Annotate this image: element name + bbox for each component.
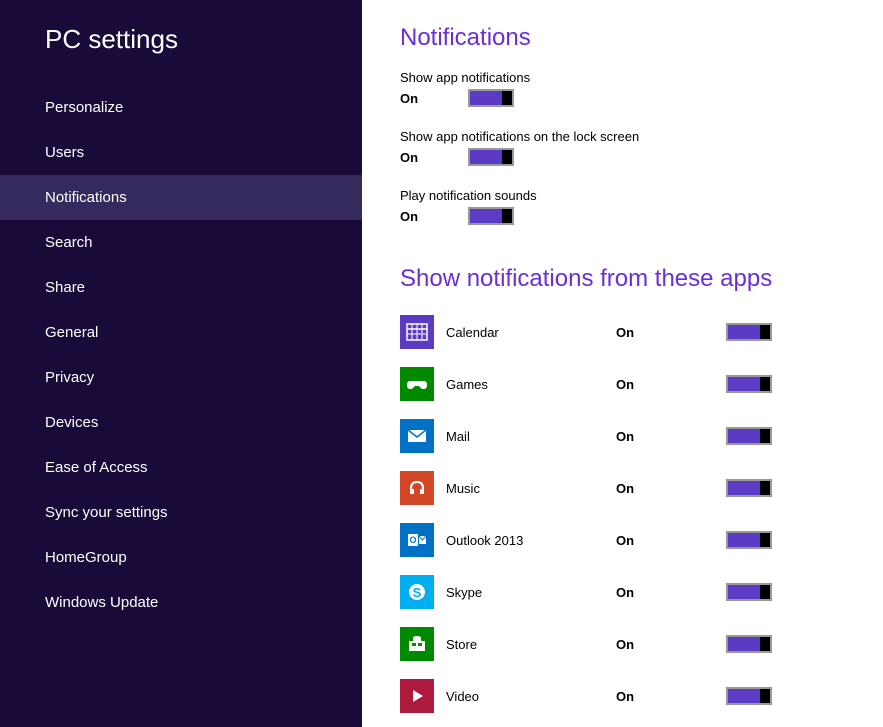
- toggle-app-outlook[interactable]: [726, 531, 772, 549]
- sidebar-item-label: HomeGroup: [45, 549, 127, 566]
- sidebar-item-label: Windows Update: [45, 594, 158, 611]
- sidebar-item-devices[interactable]: Devices: [0, 400, 362, 445]
- sidebar-item-label: Share: [45, 279, 85, 296]
- app-row-outlook: O Outlook 2013 On: [400, 523, 883, 557]
- app-row-music: Music On: [400, 471, 883, 505]
- toggle-app-mail[interactable]: [726, 427, 772, 445]
- app-state: On: [616, 585, 726, 600]
- toggle-app-skype[interactable]: [726, 583, 772, 601]
- video-icon: [400, 679, 434, 713]
- toggle-app-music[interactable]: [726, 479, 772, 497]
- app-state: On: [616, 377, 726, 392]
- sidebar-item-share[interactable]: Share: [0, 265, 362, 310]
- setting-label: Show app notifications: [400, 70, 883, 85]
- setting-notification-sounds: Play notification sounds On: [400, 188, 883, 225]
- mail-icon: [400, 419, 434, 453]
- toggle-handle: [502, 150, 512, 164]
- app-name: Games: [446, 377, 616, 392]
- toggle-handle: [760, 377, 770, 391]
- sidebar-item-label: Notifications: [45, 189, 127, 206]
- app-state: On: [616, 637, 726, 652]
- setting-state: On: [400, 150, 468, 165]
- sidebar-item-users[interactable]: Users: [0, 130, 362, 175]
- app-row-video: Video On: [400, 679, 883, 713]
- app-row-games: Games On: [400, 367, 883, 401]
- toggle-handle: [760, 585, 770, 599]
- toggle-show-app-notifications[interactable]: [468, 89, 514, 107]
- sidebar-item-label: Sync your settings: [45, 504, 168, 521]
- sidebar-item-ease-of-access[interactable]: Ease of Access: [0, 445, 362, 490]
- app-state: On: [616, 325, 726, 340]
- toggle-app-games[interactable]: [726, 375, 772, 393]
- toggle-app-store[interactable]: [726, 635, 772, 653]
- setting-lock-screen-notifications: Show app notifications on the lock scree…: [400, 129, 883, 166]
- app-name: Mail: [446, 429, 616, 444]
- store-icon: [400, 627, 434, 661]
- sidebar-item-label: Ease of Access: [45, 459, 148, 476]
- sidebar-item-windows-update[interactable]: Windows Update: [0, 580, 362, 625]
- app-row-calendar: Calendar On: [400, 315, 883, 349]
- sidebar-item-homegroup[interactable]: HomeGroup: [0, 535, 362, 580]
- toggle-handle: [760, 533, 770, 547]
- app-name: Video: [446, 689, 616, 704]
- toggle-handle: [502, 209, 512, 223]
- app-state: On: [616, 533, 726, 548]
- sidebar-item-sync-your-settings[interactable]: Sync your settings: [0, 490, 362, 535]
- app-state: On: [616, 689, 726, 704]
- sidebar-item-label: Privacy: [45, 369, 94, 386]
- toggle-app-calendar[interactable]: [726, 323, 772, 341]
- setting-state: On: [400, 209, 468, 224]
- sidebar-item-label: Users: [45, 144, 84, 161]
- svg-text:S: S: [413, 585, 422, 600]
- app-name: Skype: [446, 585, 616, 600]
- games-icon: [400, 367, 434, 401]
- sidebar-item-label: Search: [45, 234, 93, 251]
- sidebar-item-personalize[interactable]: Personalize: [0, 85, 362, 130]
- app-state: On: [616, 481, 726, 496]
- outlook-icon: O: [400, 523, 434, 557]
- svg-text:O: O: [409, 535, 416, 545]
- sidebar-item-search[interactable]: Search: [0, 220, 362, 265]
- calendar-icon: [400, 315, 434, 349]
- app-name: Store: [446, 637, 616, 652]
- toggle-handle: [760, 429, 770, 443]
- toggle-handle: [760, 481, 770, 495]
- app-row-store: Store On: [400, 627, 883, 661]
- toggle-app-video[interactable]: [726, 687, 772, 705]
- sidebar-item-label: Devices: [45, 414, 98, 431]
- skype-icon: S: [400, 575, 434, 609]
- music-icon: [400, 471, 434, 505]
- app-row-skype: S Skype On: [400, 575, 883, 609]
- sidebar-item-general[interactable]: General: [0, 310, 362, 355]
- sidebar-item-label: General: [45, 324, 98, 341]
- setting-state: On: [400, 91, 468, 106]
- toggle-handle: [760, 689, 770, 703]
- toggle-handle: [760, 325, 770, 339]
- section-title-apps: Show notifications from these apps: [400, 265, 883, 293]
- setting-label: Show app notifications on the lock scree…: [400, 129, 883, 144]
- sidebar-item-label: Personalize: [45, 99, 123, 116]
- app-name: Calendar: [446, 325, 616, 340]
- sidebar-item-notifications[interactable]: Notifications: [0, 175, 362, 220]
- app-name: Music: [446, 481, 616, 496]
- toggle-handle: [502, 91, 512, 105]
- main-panel: Notifications Show app notifications On …: [362, 0, 883, 727]
- sidebar: PC settings Personalize Users Notificati…: [0, 0, 362, 727]
- setting-label: Play notification sounds: [400, 188, 883, 203]
- app-name: Outlook 2013: [446, 533, 616, 548]
- section-title-notifications: Notifications: [400, 24, 883, 52]
- toggle-notification-sounds[interactable]: [468, 207, 514, 225]
- setting-show-app-notifications: Show app notifications On: [400, 70, 883, 107]
- sidebar-item-privacy[interactable]: Privacy: [0, 355, 362, 400]
- app-row-mail: Mail On: [400, 419, 883, 453]
- page-title: PC settings: [0, 24, 362, 85]
- app-state: On: [616, 429, 726, 444]
- toggle-lock-screen-notifications[interactable]: [468, 148, 514, 166]
- toggle-handle: [760, 637, 770, 651]
